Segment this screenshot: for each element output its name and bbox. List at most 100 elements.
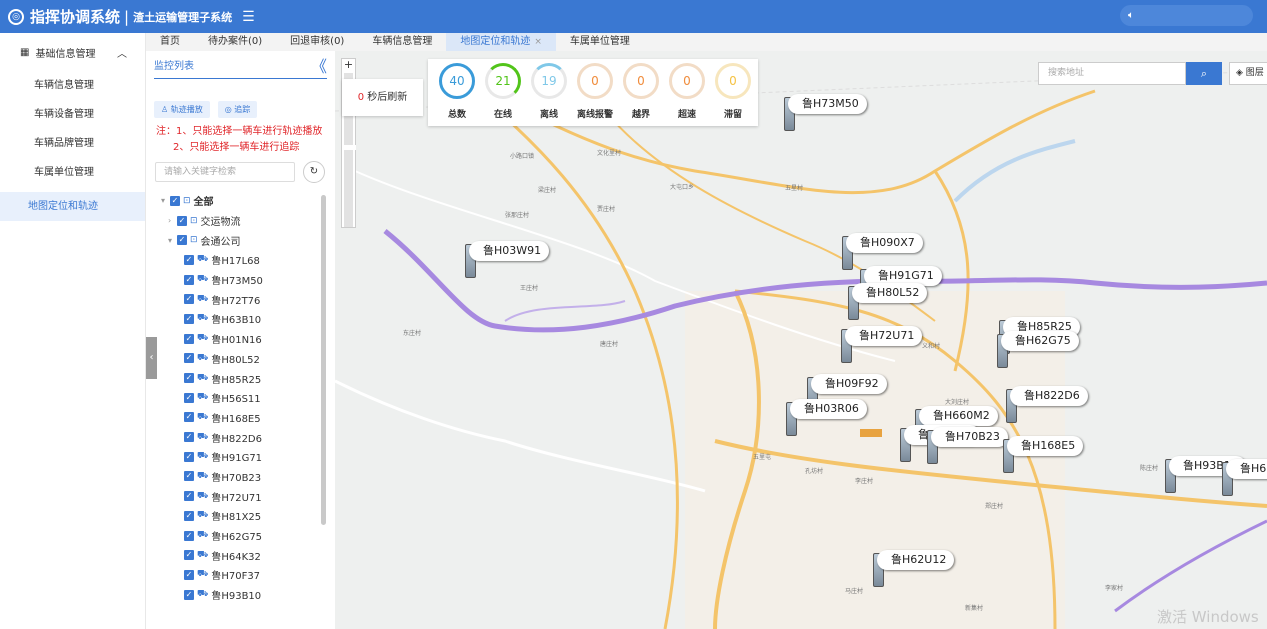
checkbox-icon[interactable]: ✓ — [184, 333, 194, 344]
track-button[interactable]: ◎ 追踪 — [217, 101, 258, 118]
tab-home[interactable]: 首页 — [146, 33, 194, 51]
stat-item[interactable]: 0 滞留 — [710, 59, 756, 126]
tree-vehicle-row[interactable]: ✓ ⛟ 鲁H85R25 — [146, 368, 335, 388]
vehicle-marker-label[interactable]: 鲁H09F92 — [811, 374, 887, 394]
layer-label: 图层 — [1245, 68, 1264, 78]
vehicle-marker-label[interactable]: 鲁H03R06 — [790, 399, 867, 419]
checkbox-icon[interactable]: ✓ — [184, 550, 194, 561]
menu-toggle-icon[interactable]: ☰ — [242, 9, 255, 25]
tree-vehicle-row[interactable]: ✓ ⛟ 鲁H72T76 — [146, 289, 335, 309]
tree-company[interactable]: › ✓ ⊡ 交运物流 — [146, 211, 335, 231]
checkbox-icon[interactable]: ✓ — [184, 373, 194, 384]
vehicle-marker-label[interactable]: 鲁H70B23 — [931, 427, 1008, 447]
checkbox-icon[interactable]: ✓ — [184, 569, 194, 580]
vehicle-marker-label[interactable]: 鲁H090X7 — [846, 233, 923, 253]
vehicle-marker-label[interactable]: 鲁H62B — [1226, 459, 1267, 479]
checkbox-icon[interactable]: ✓ — [184, 294, 194, 305]
refresh-icon[interactable]: ↻ — [303, 161, 325, 183]
tree-scrollbar[interactable] — [321, 195, 326, 525]
vehicle-marker-label[interactable]: 鲁H822D6 — [1010, 386, 1088, 406]
checkbox-icon[interactable]: ✓ — [184, 589, 194, 600]
tab-return-review[interactable]: 回退审核(0) — [276, 33, 358, 51]
tab-map-track[interactable]: 地图定位和轨迹 × — [446, 33, 556, 51]
sidebar-item-vehicle-info[interactable]: 车辆信息管理 — [0, 71, 145, 100]
tree-vehicle-row[interactable]: ✓ ⛟ 鲁H81X25 — [146, 506, 335, 526]
sidebar-item-vehicle-owner[interactable]: 车属单位管理 — [0, 158, 145, 187]
tree-vehicle-row[interactable]: ✓ ⛟ 鲁H17L68 — [146, 250, 335, 270]
vehicle-marker-label[interactable]: 鲁H62U12 — [877, 550, 955, 570]
sidebar-item-vehicle-device[interactable]: 车辆设备管理 — [0, 100, 145, 129]
checkbox-icon[interactable]: ✓ — [184, 254, 194, 265]
tree-company[interactable]: ▾ ✓ ⊡ 会通公司 — [146, 230, 335, 250]
sidebar-item-map-track[interactable]: 地图定位和轨迹 — [0, 192, 145, 221]
stat-item[interactable]: 0 超速 — [664, 59, 710, 126]
checkbox-icon[interactable]: ✓ — [177, 215, 187, 226]
tree-vehicle-row[interactable]: ✓ ⛟ 鲁H168E5 — [146, 408, 335, 428]
vehicle-marker-label[interactable]: 鲁H62G75 — [1001, 331, 1079, 351]
volume-icon[interactable]: 🔈︎ — [1120, 5, 1253, 26]
chevron-down-icon[interactable]: ▾ — [168, 236, 177, 245]
tab-vehicle-info[interactable]: 车辆信息管理 — [358, 33, 446, 51]
tree-vehicle-row[interactable]: ✓ ⛟ 鲁H822D6 — [146, 427, 335, 447]
checkbox-icon[interactable]: ✓ — [184, 392, 194, 403]
checkbox-icon[interactable]: ✓ — [177, 235, 187, 246]
vehicle-marker-label[interactable]: 鲁H80L52 — [852, 283, 928, 303]
vehicle-marker-label[interactable]: 鲁H660M2 — [919, 406, 998, 426]
tree-vehicle-row[interactable]: ✓ ⛟ 鲁H62G75 — [146, 526, 335, 546]
vehicle-search-input[interactable]: 请输入关键字检索 — [155, 162, 295, 182]
chevron-right-icon[interactable]: › — [168, 216, 177, 225]
tab-label: 地图定位和轨迹 — [460, 36, 531, 47]
search-icon[interactable]: ⌕ — [1186, 62, 1222, 85]
layer-button[interactable]: ◈ 图层 — [1229, 62, 1267, 85]
tree-vehicle-row[interactable]: ✓ ⛟ 鲁H91G71 — [146, 447, 335, 467]
checkbox-icon[interactable]: ✓ — [184, 491, 194, 502]
tree-vehicle-row[interactable]: ✓ ⛟ 鲁H01N16 — [146, 329, 335, 349]
close-tab-icon[interactable]: × — [534, 37, 542, 47]
collapse-handle[interactable]: ‹ — [146, 337, 157, 379]
checkbox-icon[interactable]: ✓ — [184, 313, 194, 324]
sidebar-group-basic-info[interactable]: ▦ 基础信息管理 ︿ — [0, 33, 145, 71]
vehicle-marker-label[interactable]: 鲁H168E5 — [1007, 436, 1084, 456]
track-play-button[interactable]: ♙ 轨迹播放 — [154, 101, 210, 118]
zoom-slider-knob[interactable] — [343, 145, 356, 150]
checkbox-icon[interactable]: ✓ — [184, 274, 194, 285]
map-search-input[interactable]: 搜索地址 — [1038, 62, 1186, 85]
stat-item[interactable]: 19 离线 — [526, 59, 572, 126]
stat-item[interactable]: 0 越界 — [618, 59, 664, 126]
map-view[interactable]: + 0 秒后刷新 40 总数 21 在线 19 离线 0 离线报警 0 越界 0 超速 0 滞留 搜索地址… — [335, 51, 1267, 629]
vehicle-marker-label[interactable]: 鲁H73M50 — [788, 94, 867, 114]
zoom-in-button[interactable]: + — [342, 59, 355, 73]
tree-vehicle-row[interactable]: ✓ ⛟ 鲁H63B10 — [146, 309, 335, 329]
tree-root[interactable]: ▾ ✓ ⊡ 全部 — [146, 191, 335, 211]
truck-icon: ⛟ — [197, 569, 209, 580]
vehicle-marker-label[interactable]: 鲁H03W91 — [469, 241, 550, 261]
tree-vehicle-row[interactable]: ✓ ⛟ 鲁H70F37 — [146, 565, 335, 585]
tree-vehicle-row[interactable]: ✓ ⛟ 鲁H72U71 — [146, 486, 335, 506]
truck-icon: ⛟ — [197, 274, 209, 285]
stat-item[interactable]: 21 在线 — [480, 59, 526, 126]
tab-vehicle-owner[interactable]: 车属单位管理 — [556, 33, 644, 51]
vehicle-marker-label[interactable]: 鲁H72U71 — [845, 326, 923, 346]
place-label: 五星村 — [785, 185, 804, 192]
stat-item[interactable]: 40 总数 — [434, 59, 480, 126]
stat-item[interactable]: 0 离线报警 — [572, 59, 618, 126]
checkbox-icon[interactable]: ✓ — [184, 510, 194, 521]
checkbox-icon[interactable]: ✓ — [170, 195, 180, 206]
chevron-down-icon[interactable]: ▾ — [161, 196, 170, 205]
tree-vehicle-row[interactable]: ✓ ⛟ 鲁H64K32 — [146, 545, 335, 565]
sidebar-item-vehicle-brand[interactable]: 车辆品牌管理 — [0, 129, 145, 158]
tree-vehicle-row[interactable]: ✓ ⛟ 鲁H56S11 — [146, 388, 335, 408]
tree-vehicle-row[interactable]: ✓ ⛟ 鲁H70B23 — [146, 467, 335, 487]
tree-vehicle-row[interactable]: ✓ ⛟ 鲁H93B10 — [146, 585, 335, 603]
checkbox-icon[interactable]: ✓ — [184, 451, 194, 462]
checkbox-icon[interactable]: ✓ — [184, 471, 194, 482]
checkbox-icon[interactable]: ✓ — [184, 530, 194, 541]
tree-vehicle-row[interactable]: ✓ ⛟ 鲁H80L52 — [146, 349, 335, 369]
tab-pending-cases[interactable]: 待办案件(0) — [194, 33, 276, 51]
vehicle-label: 鲁H70F37 — [211, 571, 261, 583]
checkbox-icon[interactable]: ✓ — [184, 412, 194, 423]
collapse-panel-icon[interactable]: 《 — [311, 53, 327, 77]
checkbox-icon[interactable]: ✓ — [184, 432, 194, 443]
checkbox-icon[interactable]: ✓ — [184, 353, 194, 364]
tree-vehicle-row[interactable]: ✓ ⛟ 鲁H73M50 — [146, 270, 335, 290]
